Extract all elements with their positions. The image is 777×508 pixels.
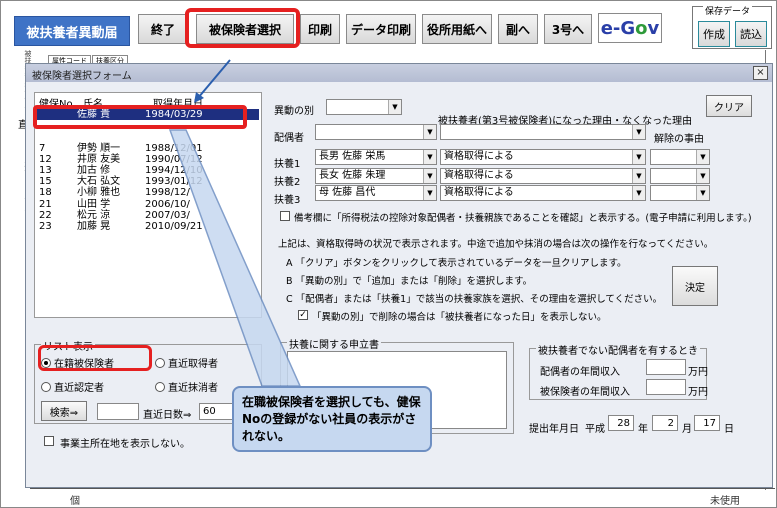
- callout-note: 在職被保険者を選択しても、健保Noの登録がない社員の表示がされない。: [232, 386, 432, 452]
- callout-pointer: [168, 129, 302, 387]
- arrow-line: [197, 59, 231, 99]
